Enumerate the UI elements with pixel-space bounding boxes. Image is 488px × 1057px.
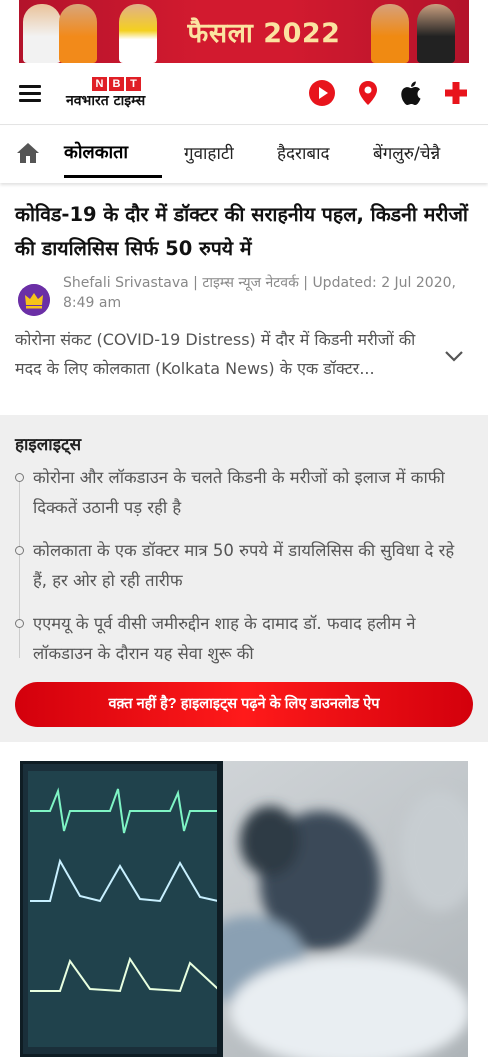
top-ad-banner[interactable]: फैसला 2022 (0, 0, 488, 63)
ad-image[interactable]: फैसला 2022 (19, 0, 469, 63)
highlights-timeline-line (19, 478, 20, 658)
home-icon[interactable] (16, 142, 40, 164)
highlight-item: कोलकाता के एक डॉक्टर मात्र 50 रुपये में … (33, 541, 455, 590)
bullet-dot-icon (15, 619, 24, 628)
tab-bengaluru-chennai[interactable]: बेंगलुरु/चेन्नै (373, 141, 440, 164)
article-image (20, 761, 468, 1057)
ad-person-figure (119, 4, 157, 63)
author-avatar (18, 284, 50, 316)
tab-hyderabad[interactable]: हैदराबाद (277, 141, 330, 164)
download-app-button[interactable]: वक़्त नहीं है? हाइलाइट्स पढ़ने के लिए डा… (15, 682, 473, 727)
bullet-dot-icon (15, 473, 24, 482)
hamburger-menu-icon[interactable] (19, 85, 41, 102)
plus-icon[interactable] (442, 79, 470, 107)
bullet-dot-icon (15, 546, 24, 555)
logo-badge-letter: B (109, 77, 124, 91)
ad-person-figure (371, 4, 409, 63)
article-title: कोविड-19 के दौर में डॉक्टर की सराहनीय पह… (15, 203, 468, 260)
ad-person-figure (417, 4, 455, 63)
ad-headline: फैसला 2022 (187, 18, 341, 49)
highlight-item: कोरोना और लॉकडाउन के चलते किडनी के मरीजो… (33, 468, 445, 517)
highlights-title: हाइलाइट्स (15, 435, 82, 455)
article-image-illustration (20, 761, 468, 1057)
logo-badge-letter: T (126, 77, 141, 91)
city-navigation: कोलकाता गुवाहाटी हैदराबाद बेंगलुरु/चेन्न… (0, 126, 488, 183)
tab-guwahati[interactable]: गुवाहाटी (184, 141, 234, 164)
logo-badge-letter: N (92, 77, 107, 91)
active-tab-indicator (64, 175, 162, 178)
logo-text: नवभारत टाइम्स (66, 93, 146, 109)
site-logo[interactable]: N B T नवभारत टाइम्स (66, 77, 168, 111)
logo-badge: N B T (92, 77, 141, 91)
apple-icon[interactable] (398, 79, 426, 107)
highlight-item: एएमयू के पूर्व वीसी जमीरुद्दीन शाह के दा… (33, 614, 416, 663)
ad-person-figure (23, 4, 61, 63)
play-icon[interactable] (308, 79, 336, 107)
article-byline: Shefali Srivastava | टाइम्स न्यूज नेटवर्… (63, 275, 456, 311)
site-header: N B T नवभारत टाइम्स (0, 63, 488, 125)
article-summary: कोरोना संकट (COVID-19 Distress) में दौर … (15, 330, 416, 378)
ad-person-figure (59, 4, 97, 63)
tab-kolkata[interactable]: कोलकाता (64, 140, 128, 164)
location-pin-icon[interactable] (354, 79, 382, 107)
chevron-down-icon[interactable] (444, 349, 464, 363)
